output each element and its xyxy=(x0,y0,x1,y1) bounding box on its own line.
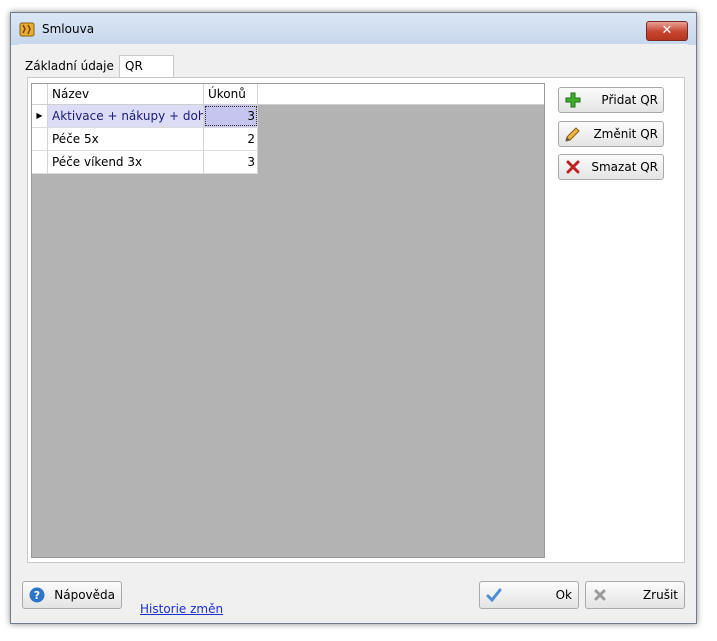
column-header-nazev[interactable]: Název xyxy=(48,84,204,104)
table-row[interactable]: ▶ Aktivace + nákupy + dohled 3 xyxy=(32,105,258,128)
add-qr-button[interactable]: Přidat QR xyxy=(558,87,664,113)
edit-qr-label: Změnit QR xyxy=(593,127,658,141)
table-row[interactable]: Péče víkend 3x 3 xyxy=(32,151,258,174)
title-bar[interactable]: Smlouva ✕ xyxy=(11,13,696,45)
cancel-label: Zrušit xyxy=(642,588,678,602)
row-selector[interactable] xyxy=(32,128,48,150)
dialog-window: Smlouva ✕ Základní údaje QR Název Úkonů … xyxy=(10,12,697,624)
add-qr-label: Přidat QR xyxy=(601,93,658,107)
pencil-icon xyxy=(565,127,580,142)
tab-qr[interactable]: QR xyxy=(119,55,174,79)
ok-label: Ok xyxy=(555,588,572,602)
help-label: Nápověda xyxy=(54,588,115,602)
cell-name[interactable]: Péče 5x xyxy=(48,128,204,150)
close-button[interactable]: ✕ xyxy=(646,21,688,41)
delete-qr-label: Smazat QR xyxy=(591,160,658,174)
plus-icon xyxy=(565,92,581,108)
checkmark-icon xyxy=(486,588,502,603)
x-icon xyxy=(566,160,580,174)
current-row-marker-icon: ▶ xyxy=(32,105,48,127)
column-header-ukonu[interactable]: Úkonů xyxy=(204,84,258,104)
map-icon xyxy=(19,22,35,37)
delete-qr-button[interactable]: Smazat QR xyxy=(558,154,664,180)
grid-header: Název Úkonů xyxy=(32,84,544,105)
dialog-body: Základní údaje QR Název Úkonů ▶ Aktivace… xyxy=(19,44,688,616)
cell-name[interactable]: Aktivace + nákupy + dohled xyxy=(48,105,204,127)
edit-qr-button[interactable]: Změnit QR xyxy=(558,121,664,147)
window-title: Smlouva xyxy=(42,22,95,36)
help-icon: ? xyxy=(29,587,45,603)
cell-count[interactable]: 3 xyxy=(204,151,258,173)
ok-button[interactable]: Ok xyxy=(479,581,579,609)
cell-name[interactable]: Péče víkend 3x xyxy=(48,151,204,173)
row-selector-header xyxy=(32,84,48,104)
cell-count[interactable]: 2 xyxy=(204,128,258,150)
help-button[interactable]: ? Nápověda xyxy=(22,581,122,609)
history-link[interactable]: Historie změn xyxy=(140,602,223,616)
cell-count[interactable]: 3 xyxy=(204,105,258,127)
svg-text:?: ? xyxy=(34,589,40,602)
x-icon xyxy=(594,589,606,601)
row-selector[interactable] xyxy=(32,151,48,173)
table-row[interactable]: Péče 5x 2 xyxy=(32,128,258,151)
qr-grid[interactable]: Název Úkonů ▶ Aktivace + nákupy + dohled… xyxy=(31,83,545,558)
cancel-button[interactable]: Zrušit xyxy=(585,581,685,609)
tab-basic-info[interactable]: Základní údaje xyxy=(20,56,119,77)
